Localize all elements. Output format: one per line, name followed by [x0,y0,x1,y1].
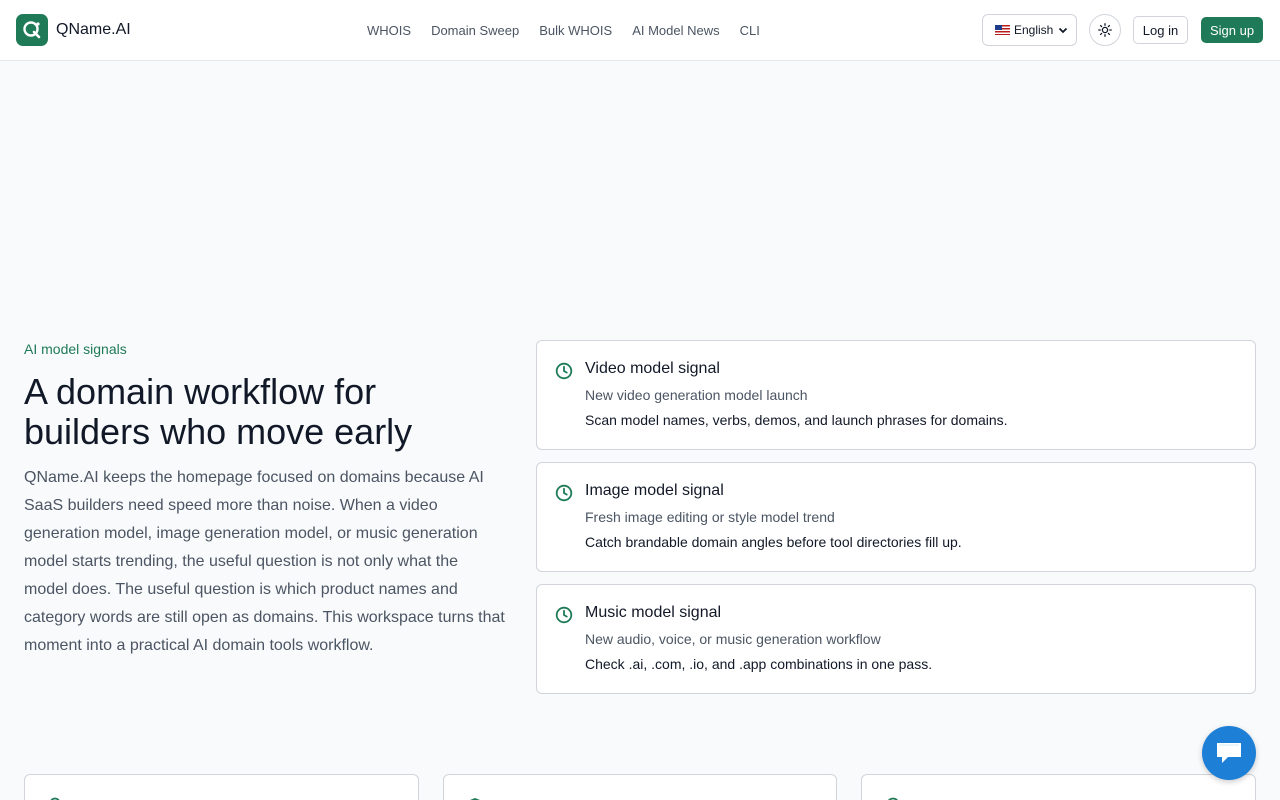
clock-icon [555,606,573,624]
signal-description: Scan model names, verbs, demos, and laun… [585,412,1008,428]
main-nav: WHOIS Domain Sweep Bulk WHOIS AI Model N… [357,0,770,60]
signal-subtitle: New video generation model launch [585,387,808,403]
signal-description: Check .ai, .com, .io, and .app combinati… [585,656,933,672]
signal-card-music[interactable]: Music model signal New audio, voice, or … [536,584,1256,694]
us-flag-icon [995,25,1010,35]
nav-item-ai-model-news[interactable]: AI Model News [622,23,729,38]
brand-name: QName.AI [56,21,131,38]
brand-logo[interactable]: QName.AI [16,14,131,46]
clock-icon [555,362,573,380]
signal-title: Image model signal [585,482,724,499]
signal-title: Video model signal [585,360,720,377]
nav-item-whois[interactable]: WHOIS [357,23,421,38]
nav-item-domain-sweep[interactable]: Domain Sweep [421,23,529,38]
hero-body: QName.AI keeps the homepage focused on d… [24,469,505,654]
hero-eyebrow: AI model signals [24,341,127,357]
chevron-down-icon [1058,27,1068,34]
signal-subtitle: New audio, voice, or music generation wo… [585,631,881,647]
top-header: QName.AI WHOIS Domain Sweep Bulk WHOIS A… [0,0,1280,61]
signup-button[interactable]: Sign up [1201,17,1263,43]
language-label: English [1014,23,1054,37]
language-select[interactable]: English [982,14,1077,46]
clock-icon [555,484,573,502]
nav-item-cli[interactable]: CLI [730,23,770,38]
signal-title: Music model signal [585,604,722,621]
feature-card[interactable] [443,774,837,800]
feature-card[interactable] [24,774,419,800]
sun-icon [1098,23,1112,37]
theme-toggle-button[interactable] [1089,14,1121,46]
feature-card[interactable] [861,774,1256,800]
signal-card-video[interactable]: Video model signal New video generation … [536,340,1256,450]
hero-title: A domain workflow for builders who move … [24,371,413,452]
signal-subtitle: Fresh image editing or style model trend [585,509,835,525]
login-button[interactable]: Log in [1133,16,1188,44]
q-logo-icon [16,14,48,46]
chat-button[interactable] [1202,726,1256,780]
chat-bubble-icon [1217,743,1241,763]
signal-card-image[interactable]: Image model signal Fresh image editing o… [536,462,1256,572]
nav-item-bulk-whois[interactable]: Bulk WHOIS [529,23,622,38]
signal-description: Catch brandable domain angles before too… [585,534,962,550]
